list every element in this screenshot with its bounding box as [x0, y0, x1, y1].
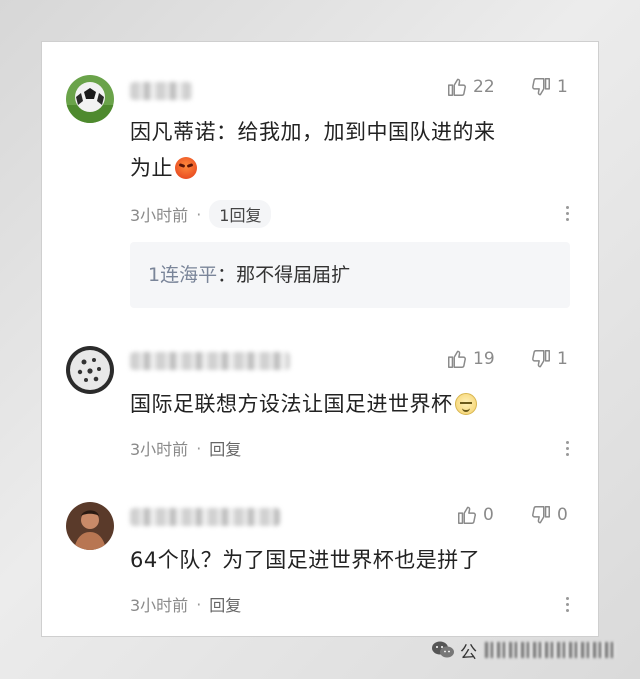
watermark-prefix: 公 [460, 642, 477, 663]
avatar[interactable] [66, 346, 114, 394]
soccer-ball-avatar-image [66, 75, 114, 123]
comment-time: 3小时前 [130, 206, 189, 225]
reply-separator: ： [217, 264, 237, 286]
dislike-button[interactable]: 1 [530, 348, 568, 370]
like-count: 19 [473, 349, 495, 369]
reply-preview-text: 1连海平：那不得届届扩 [148, 242, 350, 308]
watermark: 公 [432, 638, 615, 663]
comment-text-line: 64个队？为了国足进世界杯也是拼了 [130, 548, 481, 572]
more-vertical-icon [566, 441, 569, 444]
thumbs-down-icon [532, 506, 550, 524]
angry-emoji-icon [175, 157, 197, 179]
smirk-emoji-icon [454, 393, 477, 415]
comment-meta: 3小时前 · 回复 [130, 436, 241, 460]
dislike-count: 1 [557, 77, 568, 97]
username-blurred[interactable] [130, 508, 280, 526]
comment-meta: 3小时前 · 1回复 [130, 200, 272, 228]
comment-text-line: 国际足联想方设法让国足进世界杯 [130, 392, 453, 416]
avatar[interactable] [66, 75, 114, 123]
like-count: 0 [483, 505, 494, 525]
thumbs-up-icon [448, 350, 466, 368]
thumbs-up-icon [458, 506, 476, 524]
watermark-account-blurred [485, 642, 615, 658]
dislike-button[interactable]: 1 [530, 76, 568, 98]
dislike-count: 1 [557, 349, 568, 369]
comment-text: 因凡蒂诺：给我加，加到中国队进的来 为止 [130, 114, 576, 186]
comment-text-line: 因凡蒂诺：给我加，加到中国队进的来 [130, 120, 496, 144]
separator-dot: · [196, 594, 202, 614]
thumbs-up-icon [448, 78, 466, 96]
more-vertical-icon [566, 206, 569, 209]
avatar[interactable] [66, 502, 114, 550]
reply-count-button[interactable]: 1回复 [209, 200, 272, 228]
more-vertical-icon [566, 597, 569, 600]
like-button[interactable]: 22 [446, 76, 495, 98]
spotted-ball-avatar-image [66, 346, 114, 394]
reply-preview[interactable]: 1连海平：那不得届届扩 [130, 242, 570, 308]
thumbs-down-icon [532, 350, 550, 368]
comment-text: 国际足联想方设法让国足进世界杯 [130, 386, 576, 422]
reply-button[interactable]: 回复 [209, 592, 241, 616]
comment-time: 3小时前 [130, 440, 189, 459]
reply-content: 那不得届届扩 [236, 264, 351, 286]
more-options-button[interactable] [566, 441, 570, 457]
thumbs-down-icon [532, 78, 550, 96]
person-avatar-image [66, 502, 114, 550]
comment-text: 64个队？为了国足进世界杯也是拼了 [130, 542, 576, 578]
username-blurred[interactable] [130, 352, 290, 370]
comment-time: 3小时前 [130, 596, 189, 615]
separator-dot: · [196, 438, 202, 458]
more-options-button[interactable] [566, 206, 570, 222]
wechat-icon [432, 641, 454, 659]
reply-username[interactable]: 1连海平 [148, 264, 217, 286]
comment-text-line: 为止 [130, 156, 173, 180]
more-options-button[interactable] [566, 597, 570, 613]
dislike-count: 0 [557, 505, 568, 525]
like-count: 22 [473, 77, 495, 97]
comment-text-line-2: 为止 [130, 150, 576, 186]
reply-button[interactable]: 回复 [209, 436, 241, 460]
comment-meta: 3小时前 · 回复 [130, 592, 241, 616]
dislike-button[interactable]: 0 [530, 504, 568, 526]
like-button[interactable]: 0 [456, 504, 494, 526]
screenshot-frame: 22 1 因凡蒂诺：给我加，加到中国队进的来 为止 3小时前 · 1回复 1连海… [0, 0, 640, 679]
comments-card: 22 1 因凡蒂诺：给我加，加到中国队进的来 为止 3小时前 · 1回复 1连海… [42, 42, 598, 636]
like-button[interactable]: 19 [446, 348, 495, 370]
username-blurred[interactable] [130, 82, 192, 100]
separator-dot: · [196, 204, 202, 224]
